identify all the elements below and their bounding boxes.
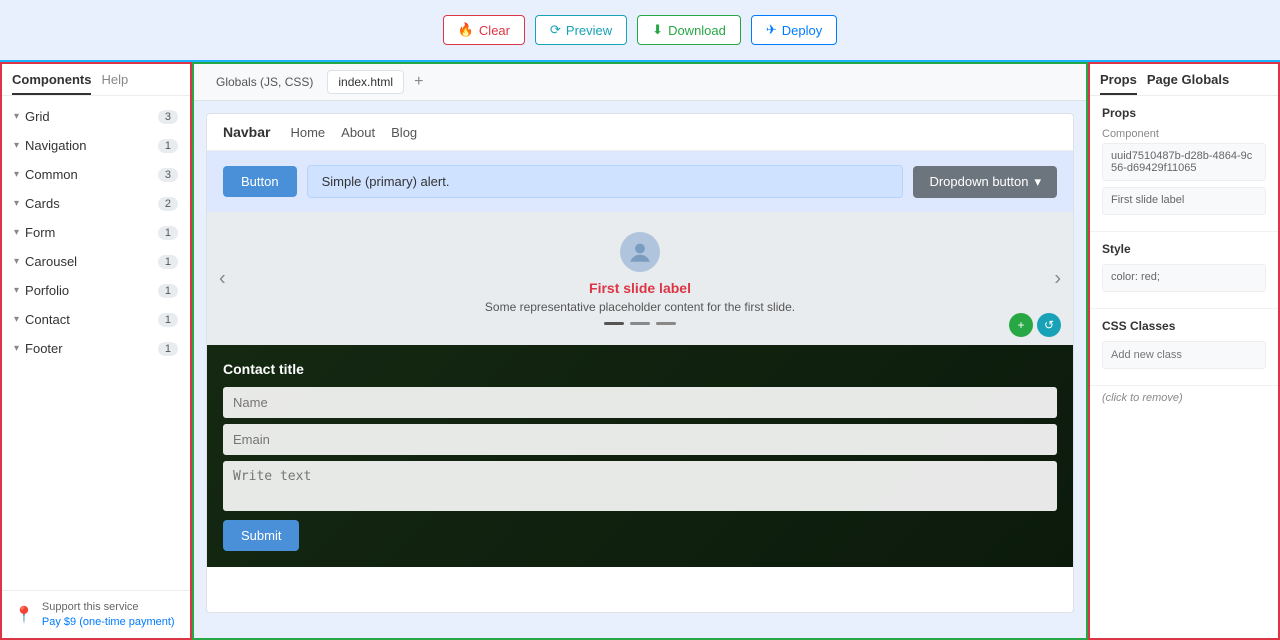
contact-email-input[interactable] [223, 424, 1057, 455]
download-icon: ⬇ [652, 22, 663, 38]
navbar-links: Home About Blog [290, 125, 417, 140]
carousel-avatar [620, 232, 660, 272]
carousel-add-button[interactable]: + [1009, 313, 1033, 337]
contact-name-input[interactable] [223, 387, 1057, 418]
right-tabs: Props Page Globals [1090, 64, 1278, 96]
chevron-icon: ▾ [14, 227, 19, 238]
preview-components-row: Button Simple (primary) alert. Dropdown … [207, 151, 1073, 212]
carousel-dots [604, 322, 676, 325]
preview-icon: ⟳ [550, 22, 561, 38]
chevron-icon: ▾ [14, 285, 19, 296]
preview-alert: Simple (primary) alert. [307, 165, 904, 198]
carousel-action-buttons: + ↺ [1009, 313, 1061, 337]
canvas-tabs: Globals (JS, CSS) index.html + [194, 64, 1086, 101]
chevron-icon: ▾ [14, 256, 19, 267]
preview-button-component[interactable]: Button [223, 166, 297, 197]
sidebar-footer: 📍 Support this service Pay $9 (one-time … [2, 590, 190, 638]
props-section-title: Props [1102, 106, 1266, 120]
preview-carousel: ‹ First slide label Some representative … [207, 212, 1073, 345]
canvas-area: Globals (JS, CSS) index.html + Navbar Ho… [192, 62, 1088, 640]
carousel-dot-1 [604, 322, 624, 325]
style-value: color: red; [1102, 264, 1266, 292]
sidebar-item-grid[interactable]: ▾ Grid 3 [2, 102, 190, 131]
location-icon: 📍 [14, 605, 34, 625]
contact-submit-button[interactable]: Submit [223, 520, 299, 551]
add-tab-button[interactable]: + [408, 73, 429, 91]
chevron-icon: ▾ [14, 314, 19, 325]
sidebar-items-list: ▾ Grid 3 ▾ Navigation 1 ▾ Common [2, 96, 190, 590]
chevron-icon: ▾ [14, 198, 19, 209]
clear-button[interactable]: 🔥 Clear [443, 15, 525, 45]
sidebar-item-porfolio[interactable]: ▾ Porfolio 1 [2, 276, 190, 305]
sidebar-tabs: Components Help [2, 64, 190, 96]
contact-message-textarea[interactable] [223, 461, 1057, 511]
preview-contact: Contact title Submit [207, 345, 1073, 567]
sidebar-right: Props Page Globals Props Component uuid7… [1088, 62, 1280, 640]
sidebar-item-footer[interactable]: ▾ Footer 1 [2, 334, 190, 363]
preview-navbar: Navbar Home About Blog [207, 114, 1073, 151]
carousel-description: Some representative placeholder content … [485, 300, 795, 314]
download-button[interactable]: ⬇ Download [637, 15, 741, 45]
navbar-link-blog[interactable]: Blog [391, 125, 417, 140]
carousel-next-button[interactable]: › [1054, 267, 1061, 290]
chevron-icon: ▾ [14, 140, 19, 151]
tab-props[interactable]: Props [1100, 72, 1137, 95]
fire-icon: 🔥 [458, 22, 474, 38]
css-classes-section: CSS Classes [1090, 309, 1278, 386]
sidebar-item-navigation[interactable]: ▾ Navigation 1 [2, 131, 190, 160]
navbar-brand: Navbar [223, 124, 270, 140]
sidebar-item-cards[interactable]: ▾ Cards 2 [2, 189, 190, 218]
dropdown-caret-icon: ▾ [1034, 174, 1041, 190]
chevron-icon: ▾ [14, 343, 19, 354]
carousel-dot-2 [630, 322, 650, 325]
tab-page-globals[interactable]: Page Globals [1147, 72, 1229, 95]
css-classes-title: CSS Classes [1102, 319, 1266, 333]
support-text: Support this service [42, 601, 175, 613]
tab-components[interactable]: Components [12, 72, 91, 95]
toolbar: 🔥 Clear ⟳ Preview ⬇ Download ✈ Deploy [0, 0, 1280, 62]
tab-help[interactable]: Help [101, 72, 128, 95]
navbar-link-about[interactable]: About [341, 125, 375, 140]
style-section: Style color: red; [1090, 232, 1278, 309]
preview-button[interactable]: ⟳ Preview [535, 15, 627, 45]
navbar-link-home[interactable]: Home [290, 125, 325, 140]
page-preview: Navbar Home About Blog Button Simple (pr… [206, 113, 1074, 613]
carousel-edit-button[interactable]: ↺ [1037, 313, 1061, 337]
tab-index-html[interactable]: index.html [327, 70, 404, 94]
props-section: Props Component uuid7510487b-d28b-4864-9… [1090, 96, 1278, 232]
component-label: Component [1102, 128, 1266, 140]
sidebar-item-form[interactable]: ▾ Form 1 [2, 218, 190, 247]
sidebar-left: Components Help ▾ Grid 3 ▾ Navigation 1 [0, 62, 192, 640]
carousel-prev-button[interactable]: ‹ [219, 267, 226, 290]
component-value: uuid7510487b-d28b-4864-9c56-d69429f11065 [1102, 143, 1266, 181]
sidebar-item-common[interactable]: ▾ Common 3 [2, 160, 190, 189]
chevron-icon: ▾ [14, 111, 19, 122]
contact-title: Contact title [223, 361, 1057, 377]
deploy-icon: ✈ [766, 22, 777, 38]
sidebar-item-carousel[interactable]: ▾ Carousel 1 [2, 247, 190, 276]
pay-link[interactable]: Pay $9 (one-time payment) [42, 616, 175, 628]
style-section-title: Style [1102, 242, 1266, 256]
click-to-remove-hint: (click to remove) [1090, 386, 1278, 410]
carousel-title: First slide label [589, 280, 691, 296]
deploy-button[interactable]: ✈ Deploy [751, 15, 837, 45]
chevron-icon: ▾ [14, 169, 19, 180]
sidebar-item-contact[interactable]: ▾ Contact 1 [2, 305, 190, 334]
preview-dropdown-button[interactable]: Dropdown button ▾ [913, 166, 1057, 198]
carousel-dot-3 [656, 322, 676, 325]
tab-globals[interactable]: Globals (JS, CSS) [206, 71, 323, 93]
canvas-content: Navbar Home About Blog Button Simple (pr… [194, 101, 1086, 638]
css-classes-input[interactable] [1102, 341, 1266, 369]
first-slide-label-value: First slide label [1102, 187, 1266, 215]
